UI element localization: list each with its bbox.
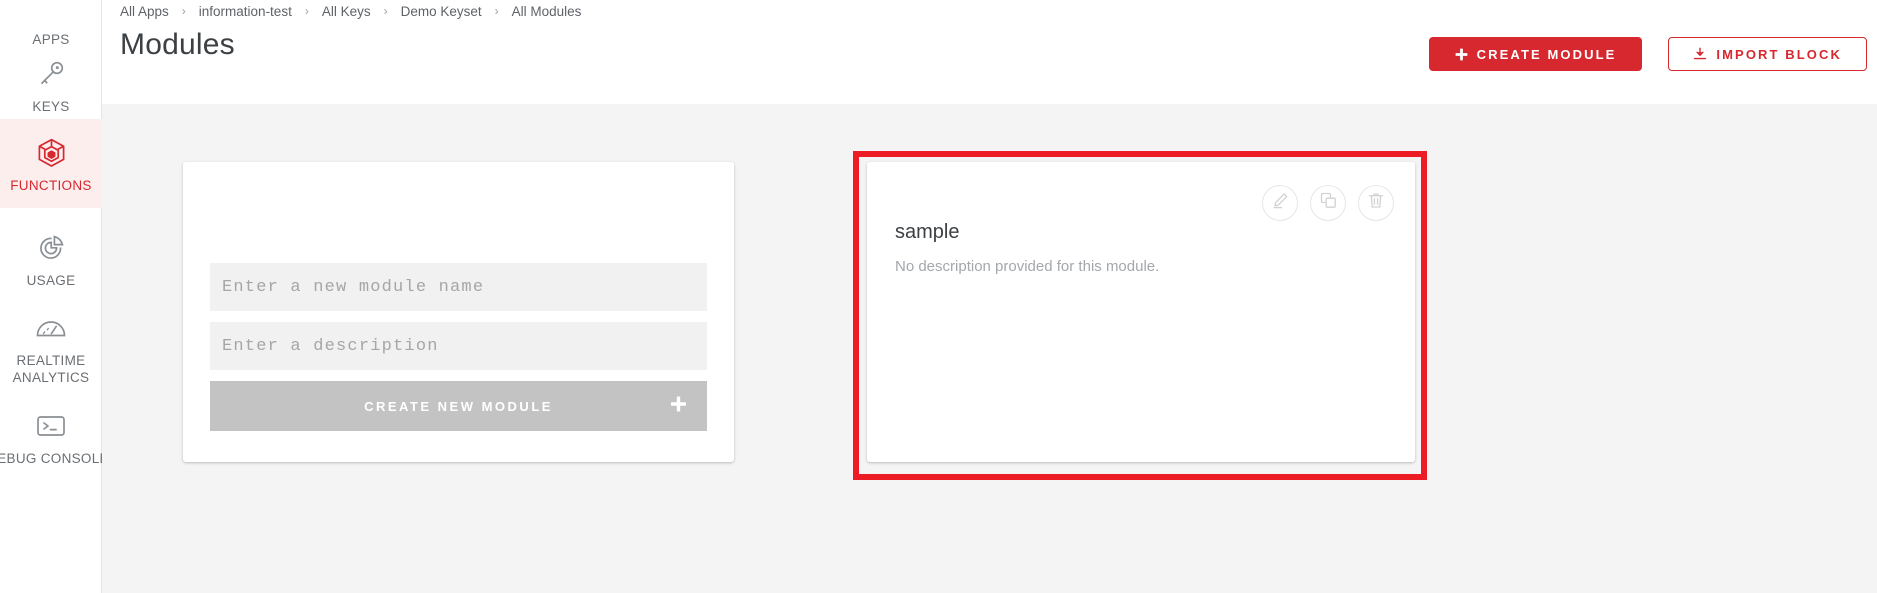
main-area: All Apps › information-test › All Keys ›… (102, 0, 1877, 593)
page-title: Modules (120, 28, 235, 61)
create-module-panel: CREATE NEW MODULE (183, 162, 734, 462)
sidebar-label-line-1: REALTIME (16, 353, 86, 368)
sidebar-item-apps[interactable]: APPS (0, 0, 102, 47)
delete-module-button[interactable] (1358, 185, 1394, 221)
breadcrumb-item-all-modules[interactable]: All Modules (512, 4, 582, 19)
plus-icon (670, 396, 687, 417)
sidebar-label-line-2: ANALYTICS (12, 370, 90, 385)
breadcrumb-item-all-keys[interactable]: All Keys (322, 4, 371, 19)
duplicate-module-button[interactable] (1310, 185, 1346, 221)
breadcrumb-separator-icon: › (304, 4, 309, 18)
create-module-button[interactable]: CREATE MODULE (1428, 37, 1643, 71)
import-block-button-label: IMPORT BLOCK (1716, 46, 1842, 62)
sidebar-item-functions[interactable]: FUNCTIONS (0, 119, 102, 208)
breadcrumb-separator-icon: › (181, 4, 186, 18)
pie-chart-icon (35, 228, 67, 268)
sidebar-item-label-keys: KEYS (32, 98, 70, 114)
module-name-input[interactable] (210, 263, 707, 311)
breadcrumb-separator-icon: › (494, 4, 499, 18)
create-module-form: CREATE NEW MODULE (210, 263, 707, 431)
import-block-button[interactable]: IMPORT BLOCK (1668, 37, 1867, 71)
import-download-icon (1693, 47, 1707, 61)
create-module-button-label: CREATE MODULE (1476, 46, 1617, 62)
pencil-edit-icon (1272, 192, 1289, 214)
sidebar-item-realtime-analytics[interactable]: REALTIME ANALYTICS (0, 297, 102, 397)
sidebar-item-label-realtime: REALTIME ANALYTICS (13, 352, 90, 386)
module-card[interactable]: sample No description provided for this … (867, 162, 1415, 462)
breadcrumb-separator-icon: › (383, 4, 388, 18)
breadcrumb-item-information-test[interactable]: information-test (199, 4, 292, 19)
gauge-icon (33, 308, 69, 348)
app-root: APPS KEYS FUNCTIONS USAGE REALTIME ANALY… (0, 0, 1877, 593)
plus-icon (1455, 48, 1468, 61)
key-icon (34, 54, 68, 94)
function-cube-icon (35, 133, 68, 173)
trash-delete-icon (1368, 192, 1384, 214)
module-card-actions (1262, 185, 1394, 221)
module-description-input[interactable] (210, 322, 707, 370)
module-name: sample (895, 221, 960, 243)
create-new-module-button[interactable]: CREATE NEW MODULE (210, 381, 707, 431)
sidebar-item-debug-console[interactable]: DEBUG CONSOLE (0, 386, 109, 486)
sidebar-item-usage[interactable]: USAGE (0, 208, 102, 308)
page-header: All Apps › information-test › All Keys ›… (102, 0, 1877, 104)
breadcrumb-item-all-apps[interactable]: All Apps (120, 4, 169, 19)
sidebar: APPS KEYS FUNCTIONS USAGE REALTIME ANALY… (0, 0, 109, 593)
header-actions: CREATE MODULE IMPORT BLOCK (1428, 37, 1867, 71)
breadcrumb: All Apps › information-test › All Keys ›… (120, 0, 581, 22)
create-new-module-button-label: CREATE NEW MODULE (364, 398, 553, 414)
terminal-icon (36, 406, 66, 446)
sidebar-item-label-debug: DEBUG CONSOLE (0, 450, 109, 466)
content-area: CREATE NEW MODULE (102, 104, 1877, 593)
breadcrumb-item-demo-keyset[interactable]: Demo Keyset (401, 4, 482, 19)
sidebar-item-label-functions: FUNCTIONS (10, 178, 92, 193)
edit-module-button[interactable] (1262, 185, 1298, 221)
module-description: No description provided for this module. (895, 258, 1160, 275)
copy-duplicate-icon (1320, 192, 1337, 214)
sidebar-item-label-usage: USAGE (26, 272, 76, 288)
